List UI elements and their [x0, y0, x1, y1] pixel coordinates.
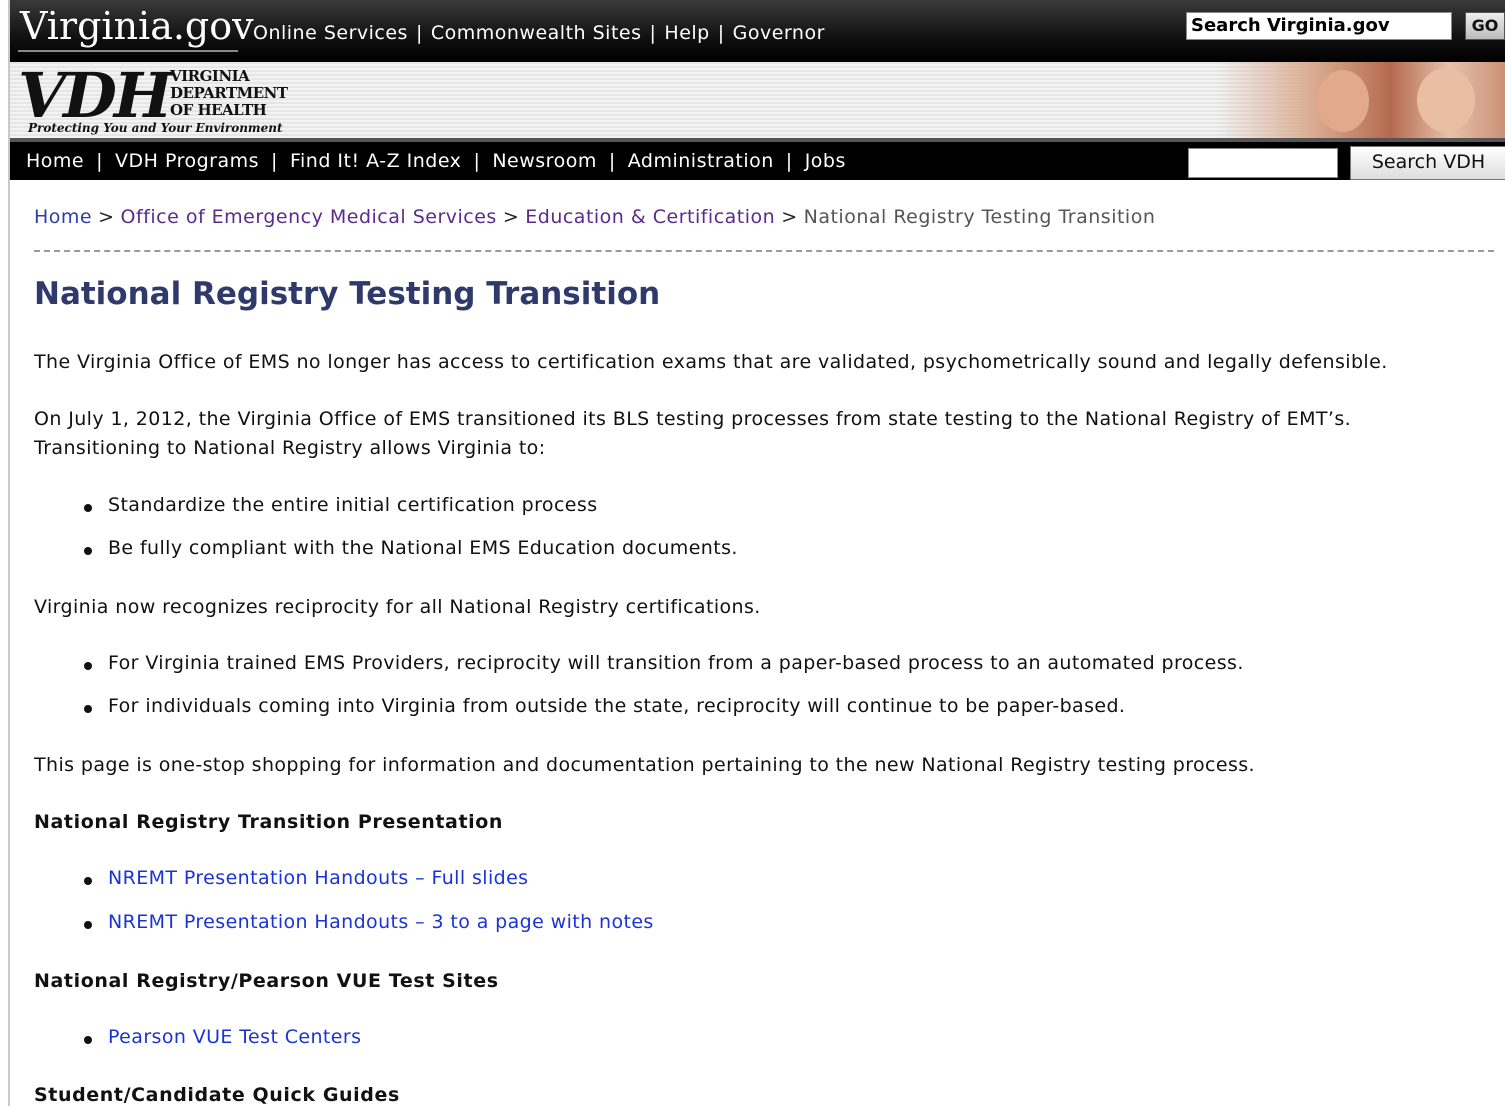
page-title: National Registry Testing Transition	[34, 276, 661, 312]
virginia-go-button[interactable]: GO	[1465, 12, 1505, 40]
vdh-search-input[interactable]	[1188, 148, 1338, 178]
bullet-icon	[84, 1036, 92, 1044]
vdh-logo[interactable]: VDH	[18, 64, 172, 128]
nav-governor[interactable]: Governor	[733, 22, 825, 44]
link-handouts-3-per-page[interactable]: NREMT Presentation Handouts – 3 to a pag…	[108, 911, 654, 933]
paragraph-transition-line1: On July 1, 2012, the Virginia Office of …	[34, 408, 1352, 430]
virginia-gov-bar: Virginia.gov Online Services | Commonwealt…	[10, 0, 1505, 62]
nav-separator: |	[271, 150, 278, 172]
bullet-icon	[84, 705, 92, 713]
nav-separator: |	[608, 150, 616, 172]
bullet-icon	[84, 662, 92, 670]
paragraph-intro: The Virginia Office of EMS no longer has…	[34, 351, 1388, 373]
vdh-banner: VDH VIRGINIA DEPARTMENT OF HEALTH Protec…	[10, 62, 1505, 142]
logo-line: OF HEALTH	[170, 101, 267, 119]
paragraph-transition-line2: Transitioning to National Registry allow…	[34, 437, 546, 459]
virginia-gov-logo[interactable]: Virginia.gov	[20, 4, 254, 48]
breadcrumb-separator: >	[98, 206, 115, 228]
section-heading-quick-guides: Student/Candidate Quick Guides	[34, 1084, 400, 1106]
breadcrumb: Home > Office of Emergency Medical Service…	[34, 206, 1155, 228]
bullet-icon	[84, 921, 92, 929]
section-heading-test-sites: National Registry/Pearson VUE Test Sites	[34, 970, 499, 992]
vdh-search-button[interactable]: Search VDH	[1350, 146, 1505, 180]
face-image	[1317, 70, 1369, 132]
breadcrumb-current: National Registry Testing Transition	[803, 206, 1156, 228]
main-nav-home[interactable]: Home	[26, 150, 84, 172]
breadcrumb-ems-office[interactable]: Office of Emergency Medical Services	[121, 206, 497, 228]
paragraph-one-stop: This page is one-stop shopping for infor…	[34, 754, 1255, 776]
nav-help[interactable]: Help	[664, 22, 709, 44]
browser-page: Virginia.gov Online Services | Commonwealt…	[8, 0, 1505, 1106]
bullet-icon	[84, 877, 92, 885]
vdh-tagline: Protecting You and Your Environment	[28, 121, 283, 135]
list-item: For Virginia trained EMS Providers, reci…	[108, 652, 1244, 674]
breadcrumb-education[interactable]: Education & Certification	[525, 206, 775, 228]
bullet-icon	[84, 504, 92, 512]
main-nav-jobs[interactable]: Jobs	[805, 150, 846, 172]
divider	[34, 250, 1494, 252]
link-handouts-full-slides[interactable]: NREMT Presentation Handouts – Full slide…	[108, 867, 528, 889]
banner-photo	[1217, 62, 1505, 138]
logo-line: VIRGINIA	[170, 67, 250, 85]
main-nav-administration[interactable]: Administration	[628, 150, 774, 172]
link-pearson-vue-centers[interactable]: Pearson VUE Test Centers	[108, 1026, 361, 1048]
section-heading-presentation: National Registry Transition Presentatio…	[34, 811, 504, 833]
logo-underline	[18, 50, 238, 52]
breadcrumb-home[interactable]: Home	[34, 206, 92, 228]
main-nav-newsroom[interactable]: Newsroom	[492, 150, 597, 172]
vdh-logo-text: VIRGINIA DEPARTMENT OF HEALTH	[170, 68, 288, 119]
nav-separator: |	[96, 150, 104, 172]
main-nav-vdh-programs[interactable]: VDH Programs	[115, 150, 259, 172]
face-image	[1417, 68, 1475, 132]
nav-separator: |	[415, 22, 423, 44]
logo-line: DEPARTMENT	[170, 84, 288, 102]
nav-commonwealth-sites[interactable]: Commonwealth Sites	[431, 22, 642, 44]
breadcrumb-separator: >	[502, 206, 520, 228]
top-nav: Online Services | Commonwealth Sites | Help |…	[253, 22, 825, 44]
nav-online-services[interactable]: Online Services	[253, 22, 408, 44]
nav-separator: |	[649, 22, 657, 44]
list-item: Be fully compliant with the National EMS…	[108, 537, 738, 559]
main-nav-items: Home | VDH Programs | Find It! A-Z Index | New…	[26, 150, 846, 172]
nav-separator: |	[785, 150, 793, 172]
list-item: Standardize the entire initial certifica…	[108, 494, 598, 516]
main-nav-a-z-index[interactable]: Find It! A-Z Index	[290, 150, 461, 172]
nav-separator: |	[473, 150, 481, 172]
bullet-icon	[84, 547, 92, 555]
virginia-search-input[interactable]: Search Virginia.gov	[1186, 12, 1452, 40]
breadcrumb-separator: >	[781, 206, 798, 228]
paragraph-reciprocity: Virginia now recognizes reciprocity for …	[34, 596, 761, 618]
list-item: For individuals coming into Virginia fro…	[108, 695, 1126, 717]
nav-separator: |	[717, 22, 725, 44]
